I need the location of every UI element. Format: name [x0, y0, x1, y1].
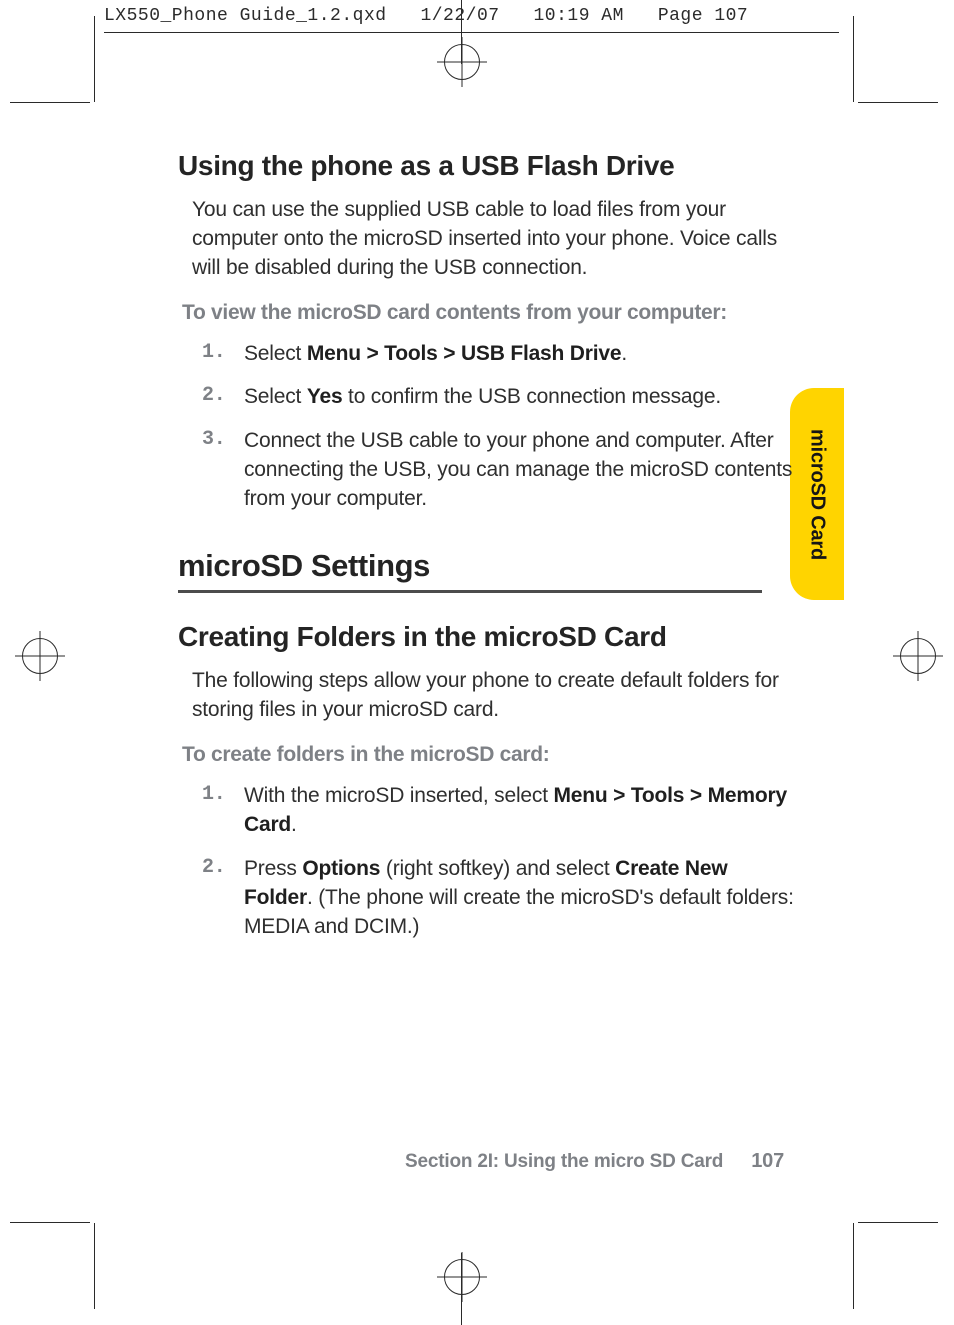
step-number: 1. [202, 781, 226, 809]
crop-corner [94, 1223, 95, 1309]
step-number: 2. [202, 382, 226, 410]
slug-page: Page 107 [658, 6, 748, 26]
list-item: 1. With the microSD inserted, select Men… [202, 781, 794, 840]
prepress-slugline: LX550_Phone Guide_1.2.qxd 1/22/07 10:19 … [104, 6, 954, 34]
steps-folders: 1. With the microSD inserted, select Men… [178, 781, 794, 942]
step-text: Select Yes to confirm the USB connection… [244, 385, 721, 408]
crop-corner [858, 102, 938, 103]
step-text: Select Menu > Tools > USB Flash Drive. [244, 342, 627, 365]
list-item: 2. Press Options (right softkey) and sel… [202, 854, 794, 942]
footer-page-number: 107 [751, 1150, 784, 1173]
crop-corner [10, 102, 90, 103]
crop-corner [94, 16, 95, 102]
list-item: 2. Select Yes to confirm the USB connect… [202, 382, 794, 411]
heading-create-folders: Creating Folders in the microSD Card [178, 621, 794, 653]
slug-filename: LX550_Phone Guide_1.2.qxd [104, 6, 387, 26]
crop-corner [853, 16, 854, 102]
step-number: 1. [202, 339, 226, 367]
step-number: 3. [202, 426, 226, 454]
steps-usb: 1. Select Menu > Tools > USB Flash Drive… [178, 339, 794, 514]
lead-in-usb: To view the microSD card contents from y… [182, 301, 794, 325]
registration-mark-right [900, 638, 936, 674]
lead-in-folders: To create folders in the microSD card: [182, 743, 794, 767]
step-number: 2. [202, 854, 226, 882]
registration-mark-bottom [444, 1259, 480, 1295]
registration-mark-left [22, 638, 58, 674]
slug-time: 10:19 AM [533, 6, 623, 26]
thumb-tab-label: microSD Card [806, 429, 829, 560]
crop-corner [853, 1223, 854, 1309]
paragraph-usb-intro: You can use the supplied USB cable to lo… [192, 196, 780, 283]
crop-corner [858, 1222, 938, 1223]
paragraph-folders-intro: The following steps allow your phone to … [192, 667, 780, 725]
list-item: 1. Select Menu > Tools > USB Flash Drive… [202, 339, 794, 368]
thumb-tab-microsd: microSD Card [790, 388, 844, 600]
footer-section: Section 2I: Using the micro SD Card [405, 1151, 723, 1173]
list-item: 3. Connect the USB cable to your phone a… [202, 426, 794, 514]
step-text: Press Options (right softkey) and select… [244, 857, 794, 939]
slug-rule [104, 32, 839, 33]
step-text: Connect the USB cable to your phone and … [244, 429, 792, 511]
heading-microsd-settings: microSD Settings [178, 548, 762, 593]
step-text: With the microSD inserted, select Menu >… [244, 784, 787, 836]
heading-usb-flashdrive: Using the phone as a USB Flash Drive [178, 150, 794, 182]
page-content: Using the phone as a USB Flash Drive You… [178, 150, 794, 1205]
crop-corner [10, 1222, 90, 1223]
registration-mark-top [444, 44, 480, 80]
running-footer: Section 2I: Using the micro SD Card 107 [178, 1150, 784, 1173]
